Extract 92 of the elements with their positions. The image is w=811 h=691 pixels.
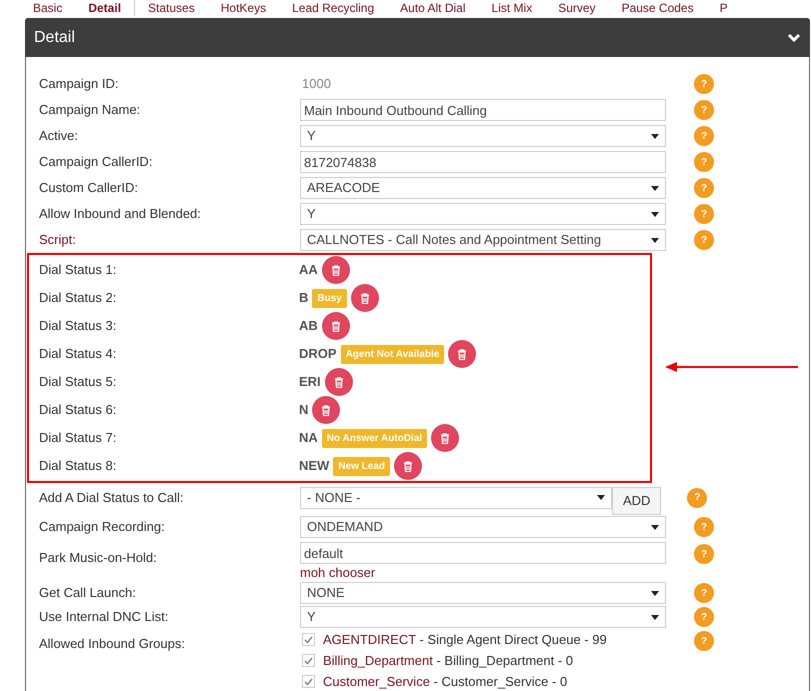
caret-icon [651, 238, 659, 242]
dropdown[interactable]: CALLNOTES - Call Notes and Appointment Setting [300, 229, 666, 251]
dropdown[interactable]: ONDEMAND [300, 516, 666, 538]
caret-icon [597, 495, 605, 500]
group-label: Customer_Service - Customer_Service - 0 [323, 672, 568, 691]
trash-icon [330, 264, 341, 276]
tab[interactable]: Lead Recycling [279, 0, 388, 16]
group-label: AGENTDIRECT - Single Agent Direct Queue - 99 [323, 630, 607, 649]
field-label: Campaign CallerID: [39, 153, 154, 172]
status-badge: No Answer AutoDial [322, 428, 428, 448]
checkmark-icon [304, 678, 313, 686]
caret-icon [651, 186, 659, 190]
field-label: Dial Status 5: [39, 373, 118, 392]
status-code: NEW [299, 457, 330, 476]
input-field[interactable]: 8172074838 [300, 151, 666, 173]
status-code: DROP [299, 345, 337, 364]
trash-icon [334, 376, 344, 388]
group-label: Billing_Department - Billing_Department - 0 [323, 652, 574, 670]
status-badge: New Lead [333, 456, 390, 476]
field-label: Custom CallerID: [39, 179, 139, 198]
status-badge: Busy [312, 288, 347, 308]
status-code: AB [299, 317, 318, 336]
caret-icon [651, 212, 659, 216]
field-label: Dial Status 1: [39, 261, 118, 280]
dropdown[interactable]: Y [300, 203, 666, 225]
status-code: AA [299, 261, 318, 280]
dropdown[interactable]: Y [300, 606, 666, 628]
checkbox[interactable] [302, 675, 315, 688]
field-label: Dial Status 3: [39, 317, 118, 336]
trash-icon [440, 432, 450, 444]
trash-icon [330, 320, 341, 332]
dropdown[interactable]: NONE [300, 582, 666, 604]
field-label: Campaign Recording: [39, 518, 166, 536]
trash-icon [457, 348, 468, 360]
field-label: Dial Status 6: [39, 401, 118, 420]
field-label: Use Internal DNC List: [39, 608, 170, 626]
caret-icon [651, 134, 659, 138]
checkbox[interactable] [302, 654, 315, 667]
input-field[interactable]: Main Inbound Outbound Calling [300, 99, 666, 121]
input-field[interactable]: default [300, 542, 666, 564]
checkmark-icon [304, 636, 313, 644]
delete-button[interactable] [431, 424, 460, 452]
panel-title: Detail [34, 28, 75, 48]
field-label: Allow Inbound and Blended: [39, 205, 202, 224]
field-label: Dial Status 8: [39, 457, 118, 476]
tab[interactable]: P [706, 0, 741, 16]
tab[interactable]: Survey [545, 0, 609, 16]
field-label: Active: [39, 127, 80, 146]
trash-icon [321, 404, 332, 416]
tab[interactable]: List Mix [478, 0, 546, 16]
add-button[interactable]: ADD [612, 486, 662, 514]
delete-button[interactable] [394, 452, 422, 480]
status-code: ERI [299, 373, 321, 392]
field-label: Park Music-on-Hold: [39, 549, 158, 567]
tab[interactable]: HotKeys [208, 0, 280, 16]
field-label: Campaign ID: [39, 75, 120, 94]
tab[interactable]: Basic [20, 0, 76, 16]
field-label: Dial Status 4: [39, 345, 118, 364]
caret-icon [651, 614, 659, 620]
trash-icon [403, 460, 414, 472]
field-label: Campaign Name: [39, 101, 142, 120]
caret-icon [651, 590, 659, 596]
tab[interactable]: Pause Codes [608, 0, 707, 16]
checkmark-icon [304, 656, 313, 664]
delete-button[interactable] [322, 312, 350, 340]
tab[interactable]: Detail [75, 0, 136, 16]
delete-button[interactable] [324, 368, 353, 396]
status-badge: Agent Not Available [340, 344, 444, 364]
field-label: Add A Dial Status to Call: [39, 488, 185, 507]
checkbox[interactable] [302, 633, 315, 646]
delete-button[interactable] [312, 396, 340, 424]
trash-icon [360, 292, 370, 304]
tab[interactable]: Statuses [135, 0, 208, 16]
delete-button[interactable] [350, 284, 379, 312]
field-label: Allowed Inbound Groups: [39, 635, 186, 653]
campaign-id-value: 1000 [301, 75, 332, 94]
field-label: Dial Status 7: [39, 429, 118, 448]
field-label: Dial Status 2: [39, 289, 118, 308]
tab[interactable]: Auto Alt Dial [387, 0, 479, 16]
caret-icon [651, 524, 659, 530]
dropdown[interactable]: - NONE - [300, 486, 612, 508]
status-code: N [299, 401, 308, 420]
dropdown[interactable]: Y [300, 125, 666, 147]
dropdown[interactable]: AREACODE [300, 177, 666, 199]
delete-button[interactable] [322, 256, 350, 284]
status-code: NA [299, 429, 318, 448]
field-label: Get Call Launch: [39, 584, 137, 602]
chevron-icon[interactable] [787, 32, 801, 42]
moh-chooser-link[interactable]: moh chooser [300, 564, 666, 581]
status-code: B [299, 289, 308, 308]
delete-button[interactable] [448, 340, 476, 368]
script-link[interactable]: Script: [39, 230, 300, 250]
